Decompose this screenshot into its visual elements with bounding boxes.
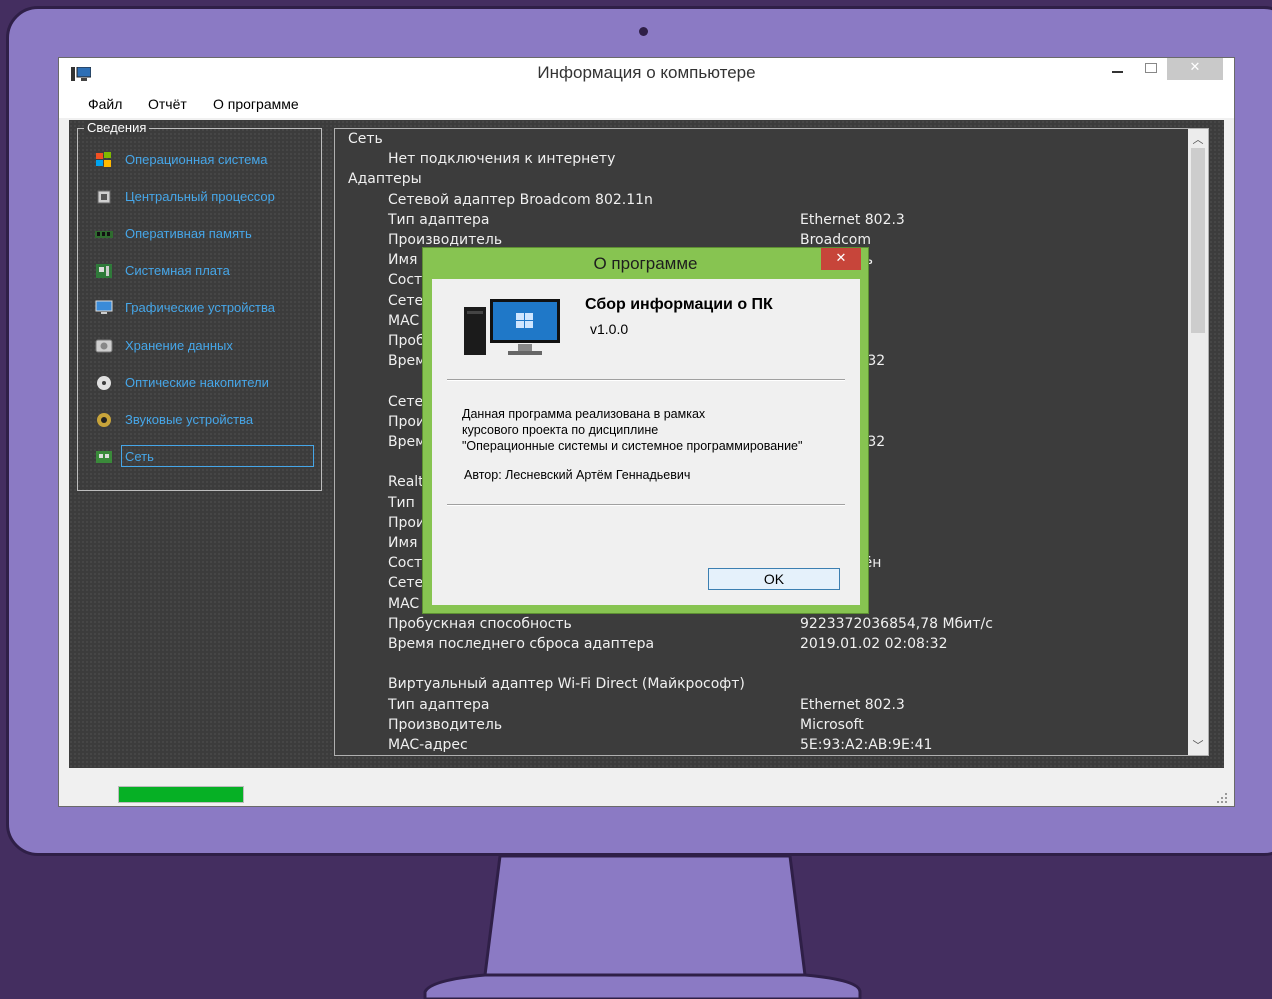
close-button[interactable]: [1167, 58, 1223, 80]
about-dialog: О программе ✕ Сбор информации о ПК v1.0.…: [423, 248, 868, 613]
progress-fill: [119, 787, 243, 802]
info-row-name: Сете: [388, 292, 424, 309]
sidebar-item-network[interactable]: Сеть: [91, 445, 321, 470]
sidebar-item-label: Операционная система: [125, 152, 268, 167]
info-row-name: Имя: [388, 535, 418, 551]
optical-disc-icon: [97, 376, 111, 390]
dialog-separator: [447, 504, 845, 506]
sidebar-item-optical[interactable]: Оптические накопители: [91, 372, 321, 396]
progress-bar: [118, 786, 244, 803]
menu-about[interactable]: О программе: [213, 96, 299, 112]
info-row-name: Врем: [388, 434, 426, 450]
speaker-icon: [97, 413, 111, 427]
info-row-name: Производитель: [388, 716, 503, 733]
menu-file[interactable]: Файл: [88, 96, 122, 112]
scroll-down-icon[interactable]: ﹀: [1188, 737, 1208, 753]
info-row-name: Адаптеры: [348, 171, 422, 188]
info-row-name: Сост: [388, 272, 423, 289]
windows-icon: [96, 152, 111, 167]
dialog-title: О программе: [593, 254, 698, 273]
info-row-name: Сост: [388, 555, 423, 572]
info-row-name: Пробускная способность: [388, 615, 572, 632]
info-groupbox: Сведения Операционная система Центральны…: [77, 120, 322, 491]
sidebar-item-cpu[interactable]: Центральный процессор: [91, 186, 321, 210]
sidebar-item-label: Оптические накопители: [125, 375, 269, 390]
info-row-value: Ethernet 802.3: [800, 211, 905, 228]
maximize-button[interactable]: [1136, 58, 1166, 80]
title-bar: Информация о компьютере: [59, 58, 1234, 90]
dialog-app-name: Сбор информации о ПК: [585, 296, 773, 313]
sidebar-item-os[interactable]: Операционная система: [91, 149, 321, 173]
menu-bar: Файл Отчёт О программе: [59, 90, 1234, 118]
info-row-name: Сете: [388, 393, 424, 410]
sidebar-item-label: Звуковые устройства: [125, 412, 254, 427]
network-icon: [96, 451, 112, 463]
info-row-name: Производитель: [388, 232, 503, 248]
dialog-separator: [447, 379, 845, 381]
info-row-name: Врем: [388, 353, 426, 370]
vertical-scrollbar[interactable]: ︿ ﹀: [1188, 129, 1208, 755]
info-row-value: Ethernet 802.3: [800, 696, 905, 713]
sidebar-item-label: Оперативная память: [125, 226, 252, 241]
info-row-name: Виртуальный адаптер Wi-Fi Direct (Майкро…: [388, 676, 745, 693]
info-row-value: 2019.01.02 02:08:32: [800, 636, 948, 652]
info-row-name: MAC: [388, 595, 420, 612]
info-row-name: MAC-адрес: [388, 737, 468, 753]
info-row-name: Нет подключения к интернету: [388, 151, 616, 168]
dialog-author: Автор: Лесневский Артём Геннадьевич: [464, 468, 691, 482]
computer-icon: [464, 299, 560, 355]
sidebar-item-graphics[interactable]: Графические устройства: [91, 297, 321, 321]
info-row-name: Прои: [388, 514, 426, 531]
info-row-name: Тип адаптера: [388, 696, 490, 713]
dialog-body: Сбор информации о ПК v1.0.0 Данная прогр…: [432, 279, 860, 605]
info-row-name: Имя: [388, 252, 418, 269]
sidebar-item-sound[interactable]: Звуковые устройства: [91, 409, 321, 433]
cpu-icon: [97, 190, 111, 204]
sidebar-item-motherboard[interactable]: Системная плата: [91, 260, 321, 284]
info-row-name: Сетевой адаптер Broadcom 802.11n: [388, 191, 653, 208]
dialog-close-button[interactable]: ✕: [821, 248, 861, 270]
version-label: v1.0.0: [73, 787, 109, 802]
camera-dot: [639, 27, 648, 36]
info-row-name: Сете: [388, 575, 424, 592]
info-row-value: 5E:93:A2:AB:9E:41: [800, 737, 933, 753]
info-row-name: Прои: [388, 413, 426, 430]
window-title: Информация о компьютере: [537, 63, 756, 82]
sidebar-item-storage[interactable]: Хранение данных: [91, 335, 321, 359]
motherboard-icon: [96, 264, 112, 278]
sidebar-item-ram[interactable]: Оперативная память: [91, 223, 321, 247]
status-bar: v1.0.0: [59, 768, 1234, 806]
sidebar-item-label: Центральный процессор: [125, 189, 275, 204]
monitor-icon: [95, 300, 113, 314]
dialog-description: Данная программа реализована в рамках ку…: [462, 407, 803, 453]
ok-button[interactable]: OK: [708, 568, 840, 590]
dialog-version: v1.0.0: [590, 321, 629, 337]
minimize-button[interactable]: [1103, 58, 1131, 80]
ram-icon: [95, 231, 113, 238]
info-row-name: Проб: [388, 333, 425, 349]
sidebar-item-label: Хранение данных: [125, 338, 233, 353]
sidebar-item-label: Системная плата: [125, 263, 230, 278]
info-row-value: Microsoft: [800, 716, 864, 733]
info-row-value: 9223372036854,78 Мбит/с: [800, 615, 993, 632]
groupbox-title: Сведения: [84, 120, 150, 135]
menu-report[interactable]: Отчёт: [148, 96, 187, 112]
info-row-name: Realt: [388, 474, 424, 491]
scroll-thumb[interactable]: [1191, 148, 1205, 333]
info-row-name: MAC: [388, 312, 420, 329]
resize-grip-icon[interactable]: [1216, 792, 1228, 804]
info-row-name: Тип адаптера: [388, 211, 490, 228]
info-row-name: Тип: [388, 494, 415, 511]
info-row-value: Broadcom: [800, 232, 871, 248]
info-row-name: Время последнего сброса адаптера: [388, 636, 655, 652]
sidebar-item-label: Графические устройства: [125, 300, 275, 315]
info-row-name: Сеть: [348, 131, 383, 147]
hdd-icon: [95, 339, 113, 353]
sidebar-item-label: Сеть: [121, 445, 314, 467]
scroll-up-icon[interactable]: ︿: [1188, 131, 1208, 147]
